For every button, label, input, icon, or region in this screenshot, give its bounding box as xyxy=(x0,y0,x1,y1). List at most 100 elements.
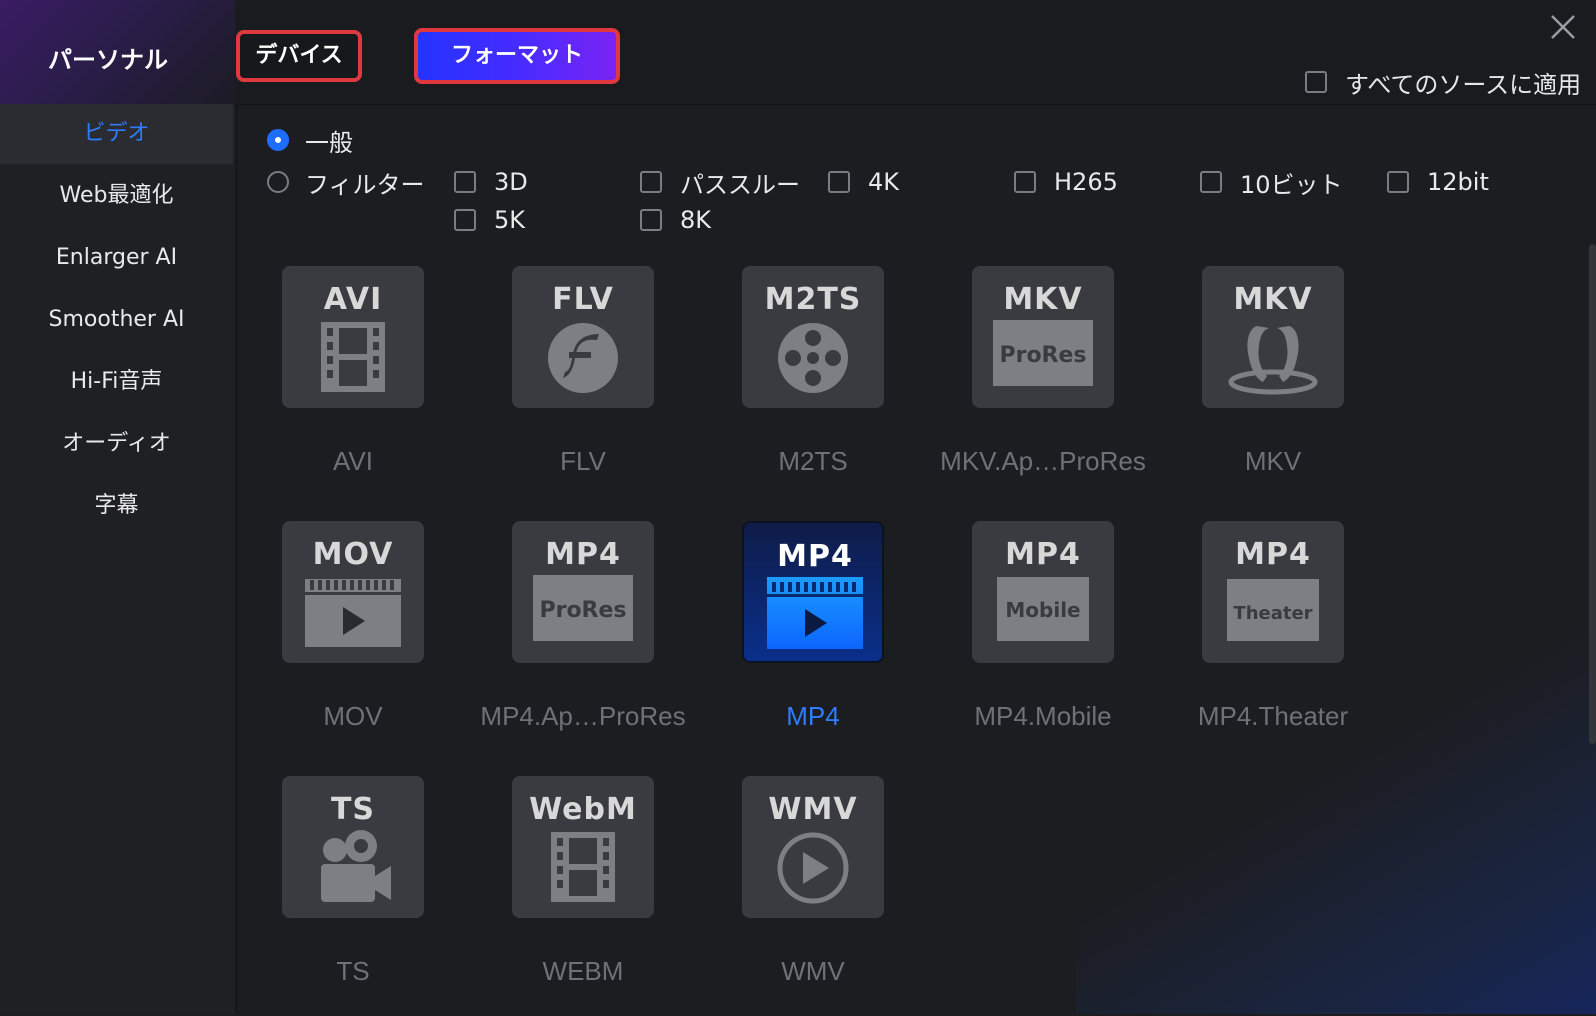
prores-box-icon: ProRes xyxy=(533,575,633,641)
general-radio[interactable] xyxy=(267,129,289,151)
format-badge: MP4 xyxy=(545,537,621,572)
filter-label: フィルター xyxy=(305,170,425,199)
sidebar-item-subtitle[interactable]: 字幕 xyxy=(0,476,233,536)
format-tile-mp4[interactable]: MP4 MP4 xyxy=(695,521,925,761)
format-card[interactable]: M2TS xyxy=(742,266,884,408)
format-name: AVI xyxy=(333,446,373,476)
format-name: MP4.Theater xyxy=(1197,701,1349,731)
matroska-icon xyxy=(1228,326,1318,395)
format-badge: TS xyxy=(330,792,376,827)
sidebar-item-smoother-ai[interactable]: Smoother AI xyxy=(0,290,233,350)
format-badge: MP4 xyxy=(777,539,853,574)
scrollbar[interactable] xyxy=(1589,244,1596,744)
format-tile-webm[interactable]: WebM WEBM xyxy=(465,776,695,1016)
format-card-selected[interactable]: MP4 xyxy=(742,521,884,663)
format-name: WEBM xyxy=(542,956,624,986)
prores-box-icon: ProRes xyxy=(993,320,1093,386)
format-badge: MOV xyxy=(312,537,394,572)
film-strip-icon xyxy=(321,322,385,392)
checkbox-h265[interactable] xyxy=(1014,171,1036,193)
format-tile-mp4-mobile[interactable]: MP4 Mobile MP4.Mobile xyxy=(925,521,1155,761)
filter-10bit[interactable]: 10ビット xyxy=(1200,166,1343,199)
sidebar-item-video[interactable]: ビデオ xyxy=(0,104,233,164)
video-player-icon xyxy=(305,575,401,647)
theater-label: Theater xyxy=(1233,603,1312,624)
format-card[interactable]: MKV ProRes xyxy=(972,266,1114,408)
format-tile-m2ts[interactable]: M2TS M2TS xyxy=(695,266,925,506)
filter-10bit-label: 10ビット xyxy=(1240,170,1343,199)
format-name: MP4.Mobile xyxy=(974,701,1112,731)
format-tile-mkv-prores[interactable]: MKV ProRes MKV.Ap…ProRes xyxy=(925,266,1155,506)
filter-h265[interactable]: H265 xyxy=(1014,166,1118,198)
video-player-icon xyxy=(767,577,863,649)
format-card[interactable]: TS xyxy=(282,776,424,918)
format-card[interactable]: MKV xyxy=(1202,266,1344,408)
filter-radio[interactable] xyxy=(267,171,289,193)
format-badge: MP4 xyxy=(1235,537,1311,572)
format-card[interactable]: WMV xyxy=(742,776,884,918)
format-card[interactable]: AVI xyxy=(282,266,424,408)
format-badge: WMV xyxy=(768,792,858,827)
format-name: FLV xyxy=(560,446,606,476)
film-strip-icon xyxy=(551,832,615,902)
personal-label: パーソナル xyxy=(48,46,168,74)
format-card[interactable]: FLV xyxy=(512,266,654,408)
checkbox-3d[interactable] xyxy=(454,171,476,193)
prores-label: ProRes xyxy=(539,598,626,623)
format-card[interactable]: WebM xyxy=(512,776,654,918)
format-tile-mp4-prores[interactable]: MP4 ProRes MP4.Ap…ProRes xyxy=(465,521,695,761)
format-name: MKV.Ap…ProRes xyxy=(940,446,1146,476)
format-card[interactable]: MP4 ProRes xyxy=(512,521,654,663)
apply-all-sources[interactable]: すべてのソースに適用 xyxy=(1305,66,1581,99)
format-tile-ts[interactable]: TS TS xyxy=(235,776,465,1016)
play-circle-icon xyxy=(777,832,849,904)
checkbox-12bit[interactable] xyxy=(1387,171,1409,193)
sidebar-item-audio[interactable]: オーディオ xyxy=(0,414,233,474)
format-name: M2TS xyxy=(778,446,848,476)
filter-3d-label: 3D xyxy=(494,168,528,196)
close-button[interactable] xyxy=(1548,12,1578,42)
format-tile-flv[interactable]: FLV FLV xyxy=(465,266,695,506)
apply-all-checkbox[interactable] xyxy=(1305,71,1327,93)
format-badge: M2TS xyxy=(764,282,862,317)
film-reel-icon xyxy=(778,323,848,393)
checkbox-5k[interactable] xyxy=(454,209,476,231)
format-badge: MP4 xyxy=(1005,537,1081,572)
sidebar-item-hifi-audio[interactable]: Hi-Fi音声 xyxy=(0,352,233,412)
checkbox-10bit[interactable] xyxy=(1200,171,1222,193)
format-tile-avi[interactable]: AVI AVI xyxy=(235,266,465,506)
mobile-box-icon: Mobile xyxy=(997,577,1089,641)
top-bar: パーソナル デバイス フォーマット すべてのソースに適用 xyxy=(0,0,1596,105)
format-tile-mkv[interactable]: MKV MKV xyxy=(1155,266,1385,506)
checkbox-8k[interactable] xyxy=(640,209,662,231)
format-tile-mov[interactable]: MOV MOV xyxy=(235,521,465,761)
filter-4k[interactable]: 4K xyxy=(828,166,899,198)
general-option[interactable]: 一般 xyxy=(267,124,353,157)
format-name: WMV xyxy=(781,956,845,986)
sidebar-item-web-optimize[interactable]: Web最適化 xyxy=(0,166,233,226)
filter-12bit[interactable]: 12bit xyxy=(1387,166,1489,198)
format-card[interactable]: MOV xyxy=(282,521,424,663)
filter-passthrough-label: パススルー xyxy=(680,170,800,199)
sidebar: ビデオ Web最適化 Enlarger AI Smoother AI Hi-Fi… xyxy=(0,104,238,1014)
format-name: TS xyxy=(336,956,370,986)
sidebar-item-enlarger-ai[interactable]: Enlarger AI xyxy=(0,228,233,288)
filter-option[interactable]: フィルター xyxy=(267,166,425,199)
format-badge: FLV xyxy=(552,282,614,317)
format-card[interactable]: MP4 Mobile xyxy=(972,521,1114,663)
format-name: MOV xyxy=(323,701,383,731)
filter-passthrough[interactable]: パススルー xyxy=(640,166,800,199)
personal-section[interactable]: パーソナル xyxy=(0,0,235,104)
tab-device[interactable]: デバイス xyxy=(236,30,362,82)
checkbox-passthrough[interactable] xyxy=(640,171,662,193)
format-tile-wmv[interactable]: WMV WMV xyxy=(695,776,925,1016)
format-tile-mp4-theater[interactable]: MP4 Theater MP4.Theater xyxy=(1155,521,1385,761)
filter-4k-label: 4K xyxy=(868,168,900,196)
checkbox-4k[interactable] xyxy=(828,171,850,193)
filter-8k[interactable]: 8K xyxy=(640,204,711,236)
filter-3d[interactable]: 3D xyxy=(454,166,528,198)
filter-5k[interactable]: 5K xyxy=(454,204,525,236)
tab-format[interactable]: フォーマット xyxy=(414,28,620,84)
format-card[interactable]: MP4 Theater xyxy=(1202,521,1344,663)
mobile-label: Mobile xyxy=(1005,598,1080,622)
